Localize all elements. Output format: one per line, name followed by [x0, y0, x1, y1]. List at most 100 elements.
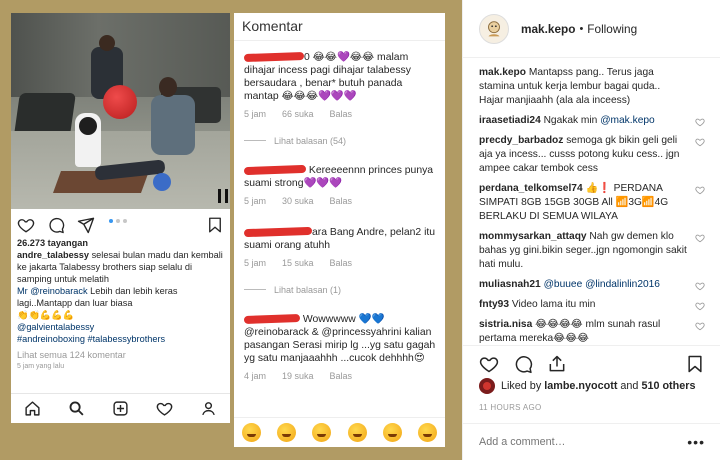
like-heart-icon[interactable] — [695, 281, 705, 291]
screenshot-instagram-post: 26.273 tayangan andre_talabessy selesai … — [11, 13, 230, 423]
activity-heart-icon — [156, 400, 173, 417]
comments-title: Komentar — [234, 13, 445, 41]
separator-dot: • — [579, 22, 584, 35]
caption-user: andre_talabessy — [17, 250, 90, 260]
inner-comment-reply: Balas — [329, 258, 353, 268]
home-icon — [24, 400, 41, 417]
comment-user[interactable]: perdana_telkomsel74 — [479, 183, 583, 194]
comments-list[interactable]: mak.kepo Mantapss pang.. Terus jaga stam… — [463, 60, 720, 345]
inner-comment-4: Wowwwww 💙💙 @reinobarack & @princessyahri… — [234, 313, 445, 383]
post-view: 26.273 tayangan andre_talabessy selesai … — [0, 0, 720, 460]
inner-caption: 26.273 tayangan andre_talabessy selesai … — [11, 235, 230, 375]
comment-user[interactable]: precdy_barbadoz — [479, 135, 563, 146]
liked-by-count[interactable]: 510 others — [641, 380, 695, 392]
emoji-icon — [382, 423, 402, 442]
share-button[interactable] — [547, 354, 567, 374]
inner-comment-likes: 66 suka — [282, 109, 314, 119]
like-heart-icon[interactable] — [695, 185, 705, 195]
comment-item: muliasnah21 @buuee @lindalinlin2016 — [479, 278, 705, 292]
emoji-icon — [417, 423, 437, 442]
comment-item: precdy_barbadoz semoga gk bikin geli gel… — [479, 134, 705, 176]
inner-comment-likes: 19 suka — [282, 371, 314, 381]
inner-comment-text-2: @reinobarack & @princessyahrini kalian p… — [244, 327, 436, 364]
add-comment-bar: ••• — [463, 423, 720, 460]
comment-text: Video lama itu min — [509, 299, 596, 310]
comment-item: sistria.nisa 😂😂😂😂 mlm sunah rasul pertam… — [479, 318, 705, 345]
comment-input[interactable] — [479, 436, 679, 448]
avatar[interactable] — [479, 13, 509, 44]
inner-comment-time: 5 jam — [244, 196, 267, 206]
like-button[interactable] — [479, 354, 499, 374]
heart-icon — [17, 216, 35, 234]
post-sidebar: mak.kepo • Following mak.kepo Mantapss p… — [462, 0, 720, 460]
caption-mention: Mr @reinobarack — [17, 286, 88, 296]
inner-comment-text: Wowwwww 💙💙 — [302, 314, 385, 325]
profile-icon — [200, 400, 217, 417]
like-heart-icon[interactable] — [695, 117, 705, 127]
inner-bottom-nav — [11, 393, 230, 423]
liked-by-user[interactable]: lambe.nyocott — [544, 380, 617, 392]
inner-comment-time: 5 jam — [244, 109, 267, 119]
inner-comment-likes: 15 suka — [282, 258, 314, 268]
inner-comment-3: ara Bang Andre, pelan2 itu suami orang a… — [234, 226, 445, 297]
post-header: mak.kepo • Following — [463, 0, 720, 58]
redaction-mark — [243, 227, 313, 238]
comment-user[interactable]: muliasnah21 — [479, 279, 541, 290]
comment-user[interactable]: mak.kepo — [479, 67, 526, 78]
username-link[interactable]: mak.kepo — [521, 22, 575, 36]
emoji-icon — [242, 423, 262, 442]
following-button[interactable]: Following — [587, 22, 637, 36]
comment-user[interactable]: mommysarkan_attaqy — [479, 231, 587, 242]
carousel-dots — [109, 219, 127, 223]
comment-mention[interactable]: @mak.kepo — [600, 115, 655, 126]
like-heart-icon[interactable] — [695, 137, 705, 147]
comment-item: mommysarkan_attaqy Nah gw demen klo baha… — [479, 230, 705, 272]
emoji-bar — [234, 417, 445, 447]
inner-comment-likes: 30 suka — [282, 196, 314, 206]
comment-mention[interactable]: @buuee @lindalinlin2016 — [544, 279, 660, 290]
more-options-icon[interactable]: ••• — [687, 434, 705, 450]
comment-user[interactable]: sistria.nisa — [479, 319, 532, 330]
liker-avatar[interactable] — [479, 378, 495, 394]
inner-comment-reply: Balas — [329, 196, 353, 206]
inner-comment-replies: Lihat balasan (1) — [244, 284, 437, 297]
post-action-bar — [463, 345, 720, 381]
caption-tag-1: @galvientalabessy — [17, 322, 95, 332]
inner-comment-replies: Lihat balasan (54) — [244, 135, 437, 148]
like-heart-icon[interactable] — [695, 233, 705, 243]
comment-item: mak.kepo Mantapss pang.. Terus jaga stam… — [479, 66, 705, 108]
comment-item: fnty93 Video lama itu min — [479, 298, 705, 312]
comment-user[interactable]: iraasetiadi24 — [479, 115, 541, 126]
bookmark-icon — [206, 216, 224, 234]
like-heart-icon[interactable] — [695, 321, 705, 331]
emoji-icon — [347, 423, 367, 442]
post-timestamp[interactable]: 11 HOURS AGO — [479, 403, 542, 412]
inner-comment-1: 0 😂😂💜😂😂 malam dihajar incess pagi dihaja… — [234, 51, 445, 148]
inner-comment-reply: Balas — [329, 109, 353, 119]
like-heart-icon[interactable] — [695, 301, 705, 311]
inner-comment-reply: Balas — [329, 371, 353, 381]
liked-by: Liked by lambe.nyocott and 510 others — [479, 378, 695, 394]
add-post-icon — [112, 400, 129, 417]
inner-comment-time: 5 jam — [244, 258, 267, 268]
inner-comment-time: 4 jam — [244, 371, 267, 381]
comment-user[interactable]: fnty93 — [479, 299, 509, 310]
share-icon — [77, 216, 95, 234]
emoji-icon — [277, 423, 297, 442]
emoji-icon — [312, 423, 332, 442]
comment-item: iraasetiadi24 Ngakak min @mak.kepo — [479, 114, 705, 128]
inner-comment-2: Kereeeennn princes punya suami strong💜💜💜… — [234, 164, 445, 208]
comment-button[interactable] — [513, 354, 533, 374]
redaction-mark — [243, 165, 307, 176]
redaction-mark — [243, 52, 305, 63]
redaction-mark — [243, 314, 301, 325]
view-count: 26.273 tayangan — [17, 238, 88, 248]
pause-icon — [218, 189, 228, 203]
save-button[interactable] — [685, 354, 705, 374]
post-image[interactable]: 26.273 tayangan andre_talabessy selesai … — [0, 0, 462, 460]
liked-by-prefix: Liked by — [501, 380, 542, 392]
view-all-comments: Lihat semua 124 komentar — [17, 350, 126, 360]
training-photo — [11, 13, 230, 209]
search-icon — [68, 400, 85, 417]
comment-item: perdana_telkomsel74 👍❗ PERDANA SIMPATI 8… — [479, 182, 705, 224]
